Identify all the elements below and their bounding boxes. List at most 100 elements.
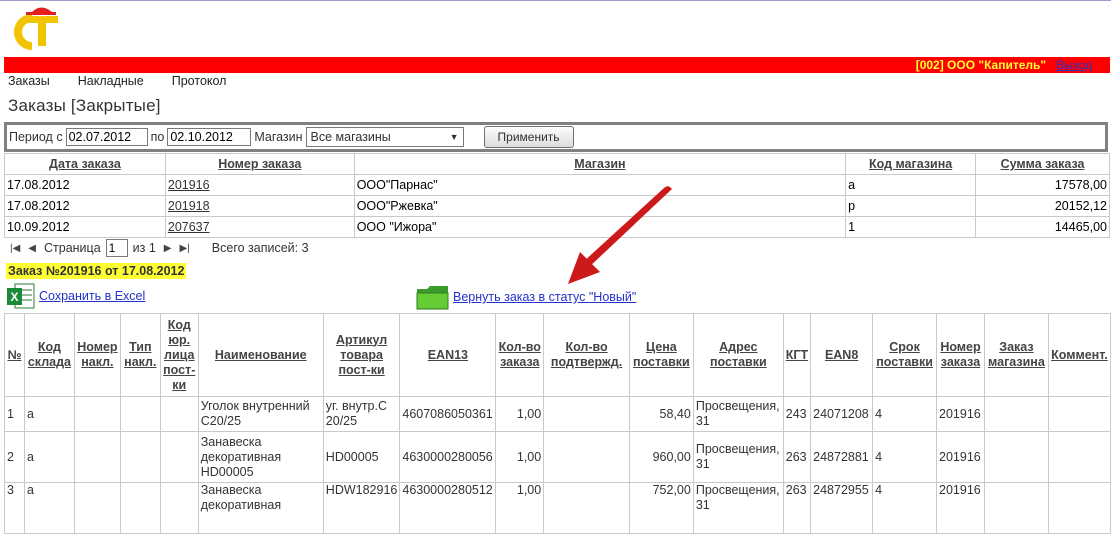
col-delivery-term[interactable]: Срок поставки	[872, 313, 938, 397]
item-cell	[543, 482, 630, 534]
order-number-link[interactable]: 207637	[168, 220, 210, 234]
table-row: 17.08.2012 201918 ООО"Ржевка" р 20152,12	[4, 195, 1110, 217]
green-folder-icon[interactable]	[416, 283, 450, 311]
pager: |◀ ◀ Страница из 1 ▶ ▶| Всего записей: 3	[10, 239, 309, 257]
store-name: ООО "Ижора"	[353, 216, 847, 238]
table-row: 1 а Уголок внутренний С20/25 уг. внутр.С…	[4, 396, 1111, 432]
col-warehouse-code[interactable]: Код склада	[23, 313, 75, 397]
order-date: 17.08.2012	[4, 174, 166, 196]
last-page-icon[interactable]: ▶|	[180, 243, 190, 254]
col-kgt[interactable]: КГТ	[782, 313, 812, 397]
item-cell: 1,00	[495, 396, 545, 432]
item-cell: 263	[782, 431, 812, 483]
page-title: Заказы [Закрытые]	[8, 96, 161, 115]
item-cell	[119, 431, 161, 483]
prev-page-icon[interactable]: ◀	[28, 243, 36, 254]
table-row: 10.09.2012 207637 ООО "Ижора" 1 14465,00	[4, 216, 1110, 238]
nav-protocol[interactable]: Протокол	[172, 74, 227, 88]
item-cell: 4630000280512	[399, 482, 497, 534]
nav-orders[interactable]: Заказы	[8, 74, 50, 88]
company-name: [002] ООО "Капитель"	[915, 58, 1047, 72]
excel-icon[interactable]: X	[6, 281, 36, 311]
col-invoice-type[interactable]: Тип накл.	[119, 313, 161, 397]
store-code: 1	[845, 216, 977, 238]
item-cell	[983, 431, 1049, 483]
next-page-icon[interactable]: ▶	[164, 243, 172, 254]
col-article[interactable]: Артикул товара пост-ки	[322, 313, 401, 397]
col-ean13[interactable]: EAN13	[399, 313, 497, 397]
item-cell	[543, 431, 630, 483]
reopen-order-link[interactable]: Вернуть заказ в статус "Новый"	[453, 290, 636, 304]
item-cell: Просвещения, 31	[692, 482, 784, 534]
item-cell: 4	[872, 396, 938, 432]
item-cell: 4	[872, 431, 938, 483]
order-number-cell: 201918	[164, 195, 355, 217]
item-cell: 201916	[936, 431, 985, 483]
col-no[interactable]: №	[4, 313, 25, 397]
item-cell: 58,40	[628, 396, 694, 432]
col-name[interactable]: Наименование	[197, 313, 324, 397]
main-nav: Заказы Накладные Протокол	[8, 74, 226, 88]
order-number-link[interactable]: 201916	[168, 178, 210, 192]
save-excel-link[interactable]: Сохранить в Excel	[39, 289, 145, 303]
order-date: 10.09.2012	[4, 216, 166, 238]
table-row: 2 а Занавеска декоративная HD00005 HD000…	[4, 431, 1111, 483]
logout-link[interactable]: Выход	[1056, 58, 1092, 72]
header-bar: [002] ООО "Капитель" Выход	[4, 57, 1110, 73]
col-order-date[interactable]: Дата заказа	[4, 153, 166, 175]
col-invoice-no[interactable]: Номер накл.	[73, 313, 121, 397]
store-name: ООО"Парнас"	[353, 174, 847, 196]
col-store-code[interactable]: Код магазина	[845, 153, 977, 175]
top-frame-line	[0, 0, 1111, 1]
col-order-sum[interactable]: Сумма заказа	[975, 153, 1110, 175]
item-cell: 263	[782, 482, 812, 534]
store-select-value: Все магазины	[310, 130, 391, 144]
item-cell	[73, 431, 121, 483]
item-cell: 201916	[936, 396, 985, 432]
item-cell: 4607086050361	[399, 396, 497, 432]
date-from-input[interactable]	[65, 128, 148, 146]
col-address[interactable]: Адрес поставки	[692, 313, 784, 397]
col-comment[interactable]: Коммент.	[1047, 313, 1111, 397]
reopen-order: Вернуть заказ в статус "Новый"	[416, 283, 636, 311]
col-store[interactable]: Магазин	[353, 153, 847, 175]
item-cell: 4	[872, 482, 938, 534]
total-records: Всего записей: 3	[211, 241, 309, 255]
chevron-down-icon: ▼	[449, 132, 459, 142]
order-sum: 14465,00	[975, 216, 1110, 238]
col-qty-confirmed[interactable]: Кол-во подтвержд.	[543, 313, 630, 397]
col-price[interactable]: Цена поставки	[628, 313, 694, 397]
item-cell: HDW182916	[322, 482, 401, 534]
table-row: 17.08.2012 201916 ООО"Парнас" а 17578,00	[4, 174, 1110, 196]
order-detail-title: Заказ №201916 от 17.08.2012	[6, 263, 187, 279]
items-header-row: № Код склада Номер накл. Тип накл. Код ю…	[4, 313, 1111, 397]
item-cell: 201916	[936, 482, 985, 534]
col-order-no[interactable]: Номер заказа	[936, 313, 985, 397]
nav-invoices[interactable]: Накладные	[78, 74, 144, 88]
col-store-order[interactable]: Заказ магазина	[983, 313, 1049, 397]
first-page-icon[interactable]: |◀	[10, 243, 20, 254]
apply-button[interactable]: Применить	[483, 126, 574, 148]
page-input[interactable]	[105, 239, 128, 257]
item-cell: 3	[4, 482, 25, 534]
col-qty-ordered[interactable]: Кол-во заказа	[495, 313, 545, 397]
orders-header-row: Дата заказа Номер заказа Магазин Код маг…	[4, 153, 1110, 175]
order-number-link[interactable]: 201918	[168, 199, 210, 213]
col-ean8[interactable]: EAN8	[810, 313, 874, 397]
item-cell	[119, 396, 161, 432]
col-order-number[interactable]: Номер заказа	[164, 153, 355, 175]
item-cell: 24071208	[810, 396, 874, 432]
col-legal-entity[interactable]: Код юр. лица пост-ки	[159, 313, 199, 397]
store-select[interactable]: Все магазины ▼	[305, 127, 464, 147]
order-number-cell: 201916	[164, 174, 355, 196]
item-cell: 24872955	[810, 482, 874, 534]
date-to-input[interactable]	[167, 128, 252, 146]
item-cell	[1047, 431, 1111, 483]
orders-table: Дата заказа Номер заказа Магазин Код маг…	[4, 153, 1110, 238]
store-code: а	[845, 174, 977, 196]
item-cell	[983, 482, 1049, 534]
item-cell: Занавеска декоративная HD00005	[197, 431, 324, 483]
item-cell: Уголок внутренний С20/25	[197, 396, 324, 432]
page-label: Страница	[44, 241, 101, 255]
item-cell: а	[23, 431, 75, 483]
